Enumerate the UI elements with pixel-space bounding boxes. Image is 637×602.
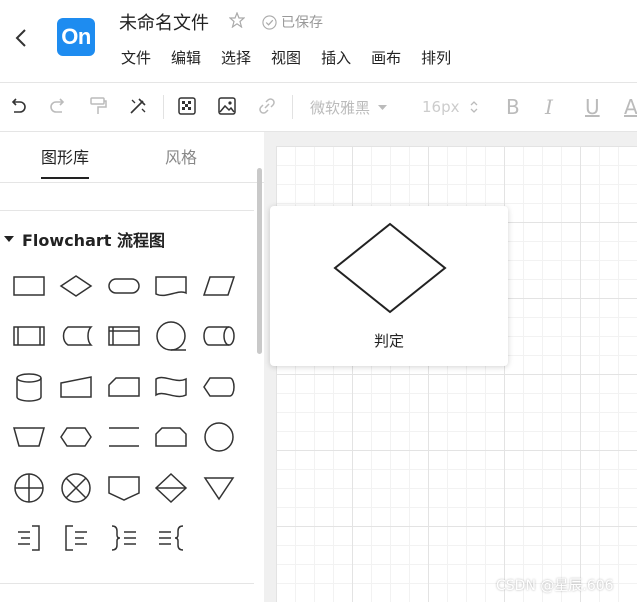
shape-card[interactable]: [107, 370, 141, 404]
font-family-select[interactable]: 微软雅黑: [310, 97, 388, 118]
sidebar-tabs: 图形库 风格: [0, 132, 264, 182]
tab-style[interactable]: 风格: [165, 144, 197, 168]
shape-direct-data[interactable]: [202, 319, 236, 353]
shape-brace-left[interactable]: [154, 521, 188, 555]
shape-preview-popover: 判定: [270, 206, 508, 366]
menu-bar: 文件 编辑 选择 视图 插入 画布 排列: [121, 47, 451, 68]
bold-button[interactable]: B: [506, 95, 520, 119]
shape-annotation-left[interactable]: [59, 521, 93, 555]
font-size-value: 16px: [422, 98, 460, 116]
shape-preparation[interactable]: [59, 420, 93, 454]
active-tab-indicator: [41, 177, 89, 179]
shape-summing-junction[interactable]: [59, 471, 93, 505]
divider: [0, 210, 254, 211]
link-icon[interactable]: [256, 95, 278, 117]
shape-parallel-mode[interactable]: [107, 420, 141, 454]
redo-icon[interactable]: [47, 95, 69, 117]
stepper-icon: [470, 101, 477, 113]
caret-down-icon: [378, 104, 388, 110]
shape-or[interactable]: [12, 471, 46, 505]
underline-button[interactable]: U: [585, 95, 600, 119]
sidebar-scrollbar[interactable]: [257, 168, 262, 354]
shape-terminator[interactable]: [107, 269, 141, 303]
shape-process[interactable]: [12, 269, 46, 303]
image-icon[interactable]: [216, 95, 238, 117]
shape-sequential-data[interactable]: [154, 319, 188, 353]
shape-internal-storage[interactable]: [107, 319, 141, 353]
shape-off-page-reference[interactable]: [107, 471, 141, 505]
shape-preview-label: 判定: [373, 332, 404, 350]
italic-button[interactable]: I: [545, 95, 553, 119]
shape-loop-limit[interactable]: [154, 420, 188, 454]
shape-brace-right[interactable]: [107, 521, 141, 555]
divider: [0, 583, 254, 584]
shape-connector[interactable]: [202, 420, 236, 454]
fill-pattern-icon[interactable]: [176, 95, 198, 117]
chevron-left-icon: [15, 29, 26, 47]
font-size-select[interactable]: 16px: [422, 98, 478, 116]
menu-file[interactable]: 文件: [121, 47, 151, 68]
toolbar-separator: [163, 95, 164, 119]
watermark: CSDN @星辰.606: [496, 578, 614, 594]
section-title: Flowchart 流程图: [22, 231, 165, 250]
toolbar: 微软雅黑 16px B I U A: [0, 83, 637, 131]
shape-sort[interactable]: [154, 471, 188, 505]
toolbar-separator: [292, 95, 293, 119]
shape-punched-tape[interactable]: [154, 370, 188, 404]
app-logo: On: [57, 18, 95, 56]
shape-manual-operation[interactable]: [12, 420, 46, 454]
check-circle-icon: [262, 14, 277, 30]
back-button[interactable]: [10, 26, 32, 50]
tab-shape-library[interactable]: 图形库: [41, 144, 89, 168]
menu-select[interactable]: 选择: [221, 47, 251, 68]
menu-edit[interactable]: 编辑: [171, 47, 201, 68]
menu-view[interactable]: 视图: [271, 47, 301, 68]
font-color-button[interactable]: A: [624, 95, 637, 119]
shape-stored-data[interactable]: [59, 319, 93, 353]
header: On 未命名文件 已保存 文件 编辑 选择 视图 插入 画布 排列: [0, 0, 637, 82]
font-family-value: 微软雅黑: [310, 99, 371, 117]
format-painter-icon[interactable]: [87, 95, 109, 117]
document-title[interactable]: 未命名文件: [119, 9, 209, 35]
decision-shape-preview: [333, 222, 447, 314]
caret-down-icon: [4, 236, 14, 242]
flowchart-section-header[interactable]: Flowchart 流程图: [4, 227, 165, 251]
sidebar: 图形库 风格 Flowchart 流程图: [0, 132, 264, 602]
shape-data[interactable]: [202, 269, 236, 303]
shape-merge[interactable]: [202, 471, 236, 505]
divider: [0, 182, 264, 183]
shape-display[interactable]: [202, 370, 236, 404]
save-status: 已保存: [262, 12, 323, 32]
shape-decision[interactable]: [59, 269, 93, 303]
menu-arrange[interactable]: 排列: [421, 47, 451, 68]
diagram-editor: On 未命名文件 已保存 文件 编辑 选择 视图 插入 画布 排列 微软雅黑 1…: [0, 0, 637, 602]
star-icon[interactable]: [228, 11, 246, 29]
shape-database[interactable]: [12, 370, 46, 404]
shape-annotation-right[interactable]: [12, 521, 46, 555]
shape-document[interactable]: [154, 269, 188, 303]
shape-manual-input[interactable]: [59, 370, 93, 404]
shape-predefined-process[interactable]: [12, 319, 46, 353]
menu-canvas[interactable]: 画布: [371, 47, 401, 68]
save-status-text: 已保存: [281, 15, 323, 31]
menu-insert[interactable]: 插入: [321, 47, 351, 68]
undo-icon[interactable]: [7, 95, 29, 117]
clear-format-icon[interactable]: [127, 95, 149, 117]
